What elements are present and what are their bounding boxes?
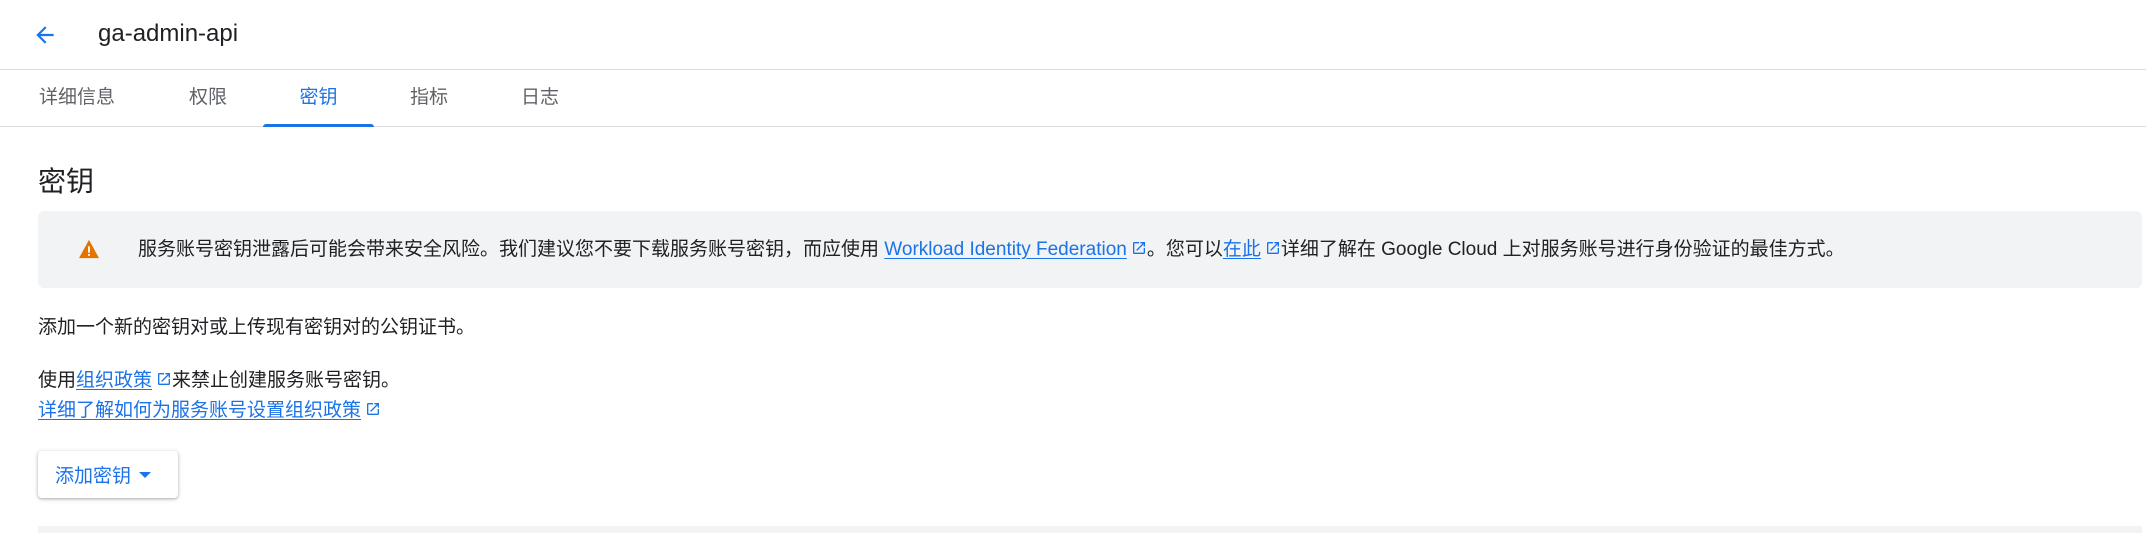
active-tab-indicator bbox=[263, 124, 374, 127]
banner-text-before: 服务账号密钥泄露后可能会带来安全风险。我们建议您不要下载服务账号密钥，而应使用 bbox=[138, 239, 885, 260]
learn-more-here-link[interactable]: 在此 bbox=[1223, 239, 1261, 260]
org-policy-suffix: 来禁止创建服务账号密钥。 bbox=[172, 370, 401, 391]
org-policy-prefix: 使用 bbox=[38, 370, 77, 391]
section-title: 密钥 bbox=[38, 166, 95, 197]
tab-logs[interactable]: 日志 bbox=[504, 70, 576, 126]
org-policy-link[interactable]: 组织政策 bbox=[76, 370, 152, 391]
banner-text: 服务账号密钥泄露后可能会带来安全风险。我们建议您不要下载服务账号密钥，而应使用 … bbox=[138, 211, 1845, 288]
tab-keys-label: 密钥 bbox=[299, 87, 338, 108]
add-key-label: 添加密钥 bbox=[55, 466, 132, 487]
tab-details[interactable]: 详细信息 bbox=[22, 70, 132, 126]
back-button[interactable] bbox=[24, 14, 66, 56]
learn-more-line: 详细了解如何为服务账号设置组织政策 bbox=[38, 396, 381, 426]
tab-keys[interactable]: 密钥 bbox=[263, 70, 374, 127]
banner-text-middle: 。您可以 bbox=[1146, 239, 1223, 260]
banner-text-after: 详细了解在 Google Cloud 上对服务账号进行身份验证的最佳方式。 bbox=[1280, 239, 1845, 260]
dropdown-caret-icon bbox=[139, 471, 152, 478]
page-title: ga-admin-api bbox=[98, 20, 239, 47]
arrow-back-icon bbox=[36, 26, 54, 44]
security-warning-banner: 服务账号密钥泄露后可能会带来安全风险。我们建议您不要下载服务账号密钥，而应使用 … bbox=[38, 211, 2142, 288]
learn-more-org-policy-link[interactable]: 详细了解如何为服务账号设置组织政策 bbox=[38, 400, 361, 421]
intro-text: 添加一个新的密钥对或上传现有密钥对的公钥证书。 bbox=[38, 317, 476, 338]
open-in-new-icon bbox=[367, 403, 380, 415]
tab-bar: 详细信息 权限 密钥 指标 日志 bbox=[0, 70, 2146, 127]
open-in-new-icon bbox=[1132, 242, 1145, 254]
workload-identity-federation-link[interactable]: Workload Identity Federation bbox=[884, 239, 1127, 260]
add-key-button[interactable]: 添加密钥 bbox=[38, 451, 178, 498]
org-policy-text: 使用组织政策 来禁止创建服务账号密钥。 bbox=[38, 366, 400, 396]
open-in-new-icon bbox=[158, 373, 171, 385]
tab-permissions[interactable]: 权限 bbox=[172, 70, 244, 126]
page-header: ga-admin-api bbox=[0, 0, 2146, 70]
tab-metrics[interactable]: 指标 bbox=[393, 70, 465, 126]
keys-table-top-edge bbox=[38, 526, 2142, 533]
warning-icon bbox=[79, 239, 99, 259]
open-in-new-icon bbox=[1266, 242, 1279, 254]
